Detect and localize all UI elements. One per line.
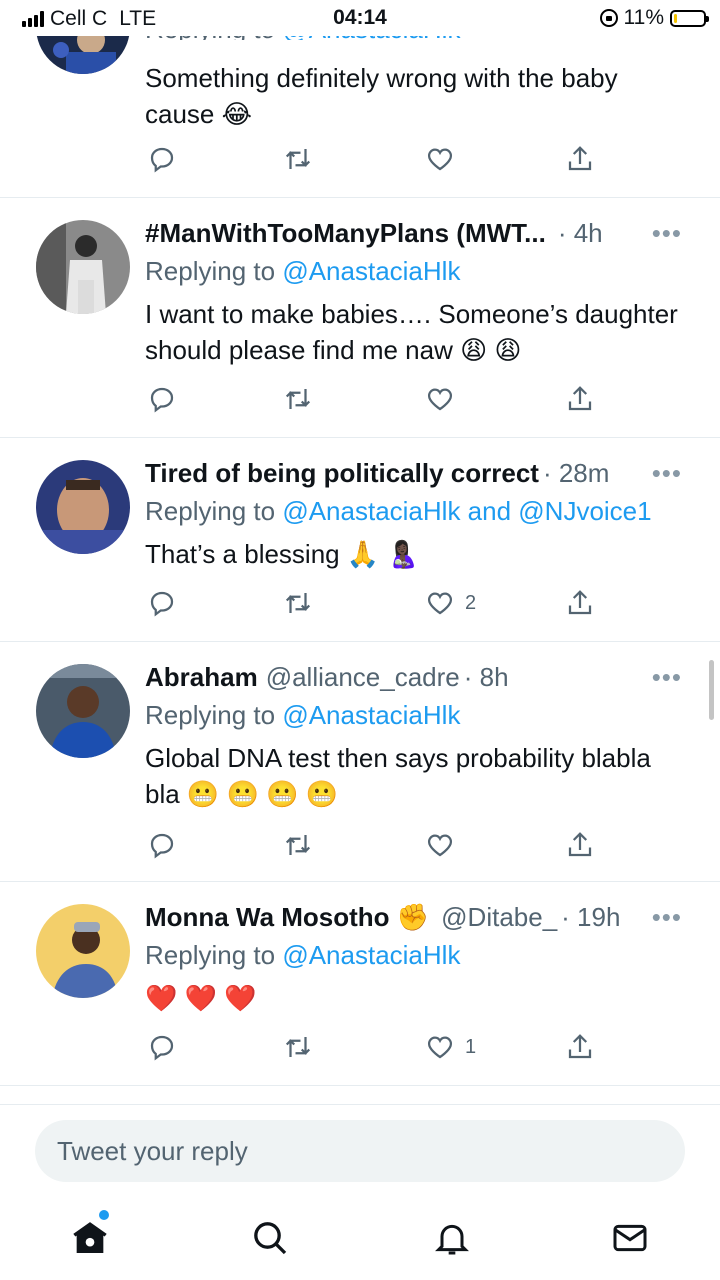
share-button[interactable]	[565, 588, 595, 618]
avatar[interactable]	[36, 904, 130, 998]
retweet-icon	[285, 1037, 311, 1057]
reply-input[interactable]	[35, 1120, 685, 1182]
share-button[interactable]	[565, 384, 595, 414]
heart-icon	[427, 834, 453, 857]
home-notification-dot	[99, 1210, 109, 1220]
share-button[interactable]	[565, 144, 595, 174]
reply-button[interactable]	[147, 588, 177, 618]
tweet-item[interactable]: Monna Wa Mosotho ✊ @Ditabe_ · 19h ••• Re…	[0, 882, 720, 1086]
tweet-header: #ManWithTooManyPlans (MWT... · 4h •••	[145, 216, 690, 250]
reply-icon	[150, 591, 174, 617]
heart-icon	[427, 148, 453, 171]
battery-percent: 11%	[623, 6, 664, 29]
tweet-time[interactable]: · 28m	[543, 456, 609, 490]
replying-to: Replying to @AnastaciaHlk	[145, 940, 461, 970]
more-options-icon[interactable]: •••	[652, 216, 682, 250]
messages-icon[interactable]	[610, 1218, 650, 1258]
like-button[interactable]: 1	[425, 1032, 476, 1062]
reply-icon	[150, 387, 174, 413]
retweet-button[interactable]	[283, 588, 313, 618]
status-bar: Cell C LTE 04:14 11%	[0, 0, 720, 36]
tweet-text: That’s a blessing 🙏 🤱🏿	[145, 539, 419, 569]
heart-icon	[427, 388, 453, 411]
share-icon	[568, 832, 592, 857]
tweet-header: Tired of being politically correct · 28m…	[145, 456, 690, 490]
battery-icon	[670, 9, 709, 27]
composer-divider	[0, 1104, 720, 1105]
more-options-icon[interactable]: •••	[652, 456, 682, 490]
avatar[interactable]	[36, 220, 130, 314]
share-icon	[568, 386, 592, 411]
reply-icon	[150, 147, 174, 173]
retweet-icon	[285, 149, 311, 169]
share-button[interactable]	[565, 830, 595, 860]
more-options-icon[interactable]: •••	[652, 900, 682, 934]
tweet-header: Monna Wa Mosotho ✊ @Ditabe_ · 19h •••	[145, 900, 690, 934]
display-name[interactable]: #ManWithTooManyPlans (MWT...	[145, 216, 546, 250]
replying-to: Replying to @AnastaciaHlk	[145, 700, 461, 730]
tweet-text: Global DNA test then says probability bl…	[145, 743, 651, 809]
scrollbar[interactable]	[709, 660, 714, 720]
like-button[interactable]: 2	[425, 588, 476, 618]
retweet-button[interactable]	[283, 1032, 313, 1062]
status-right: 11%	[599, 6, 709, 30]
user-handle[interactable]: @Ditabe_	[441, 900, 557, 934]
share-icon	[568, 590, 592, 615]
heart-icon	[427, 592, 453, 615]
reply-icon	[150, 1035, 174, 1061]
home-icon[interactable]	[70, 1218, 110, 1258]
tweet-time[interactable]: · 8h	[464, 660, 509, 694]
display-name[interactable]: Abraham	[145, 660, 258, 694]
avatar[interactable]	[36, 460, 130, 554]
share-button[interactable]	[565, 1032, 595, 1062]
more-options-icon[interactable]: •••	[652, 660, 682, 694]
like-count: 2	[465, 591, 477, 614]
display-name[interactable]: Tired of being politically correct	[145, 456, 539, 490]
retweet-icon	[285, 835, 311, 855]
replying-link[interactable]: @AnastaciaHlk	[282, 256, 460, 286]
tweet-item[interactable]: Tired of being politically correct · 28m…	[0, 438, 720, 642]
replying-to: Replying to @AnastaciaHlk and @NJvoice1	[145, 496, 652, 526]
retweet-button[interactable]	[283, 384, 313, 414]
reply-button[interactable]	[147, 830, 177, 860]
rotation-lock-icon	[599, 9, 618, 27]
display-name[interactable]: Monna Wa Mosotho ✊	[145, 900, 429, 934]
retweet-button[interactable]	[283, 830, 313, 860]
heart-icon	[427, 1036, 453, 1059]
retweet-icon	[285, 593, 311, 613]
reply-button[interactable]	[147, 384, 177, 414]
replying-link[interactable]: @AnastaciaHlk	[282, 700, 460, 730]
tweet-item[interactable]: Abraham @alliance_cadre · 8h ••• Replyin…	[0, 642, 720, 882]
tweet-text: ❤️ ❤️ ❤️	[145, 983, 257, 1013]
replying-link[interactable]: @AnastaciaHlk and @NJvoice1	[282, 496, 651, 526]
tweet-header: Abraham @alliance_cadre · 8h •••	[145, 660, 690, 694]
tweet-time[interactable]: · 4h	[558, 216, 603, 250]
replying-link[interactable]: @AnastaciaHlk	[282, 940, 460, 970]
share-icon	[568, 146, 592, 171]
replying-to: Replying to @AnastaciaHlk	[145, 256, 461, 286]
reply-button[interactable]	[147, 144, 177, 174]
share-icon	[568, 1034, 592, 1059]
user-handle[interactable]: @alliance_cadre	[266, 660, 460, 694]
reply-icon	[150, 833, 174, 859]
notifications-icon[interactable]	[432, 1218, 472, 1258]
search-icon[interactable]	[250, 1218, 290, 1258]
retweet-icon	[285, 389, 311, 409]
like-button[interactable]	[425, 830, 465, 860]
like-button[interactable]	[425, 384, 465, 414]
like-count: 1	[465, 1035, 477, 1058]
tweet-time[interactable]: · 19h	[561, 900, 620, 934]
reply-button[interactable]	[147, 1032, 177, 1062]
tweet-item[interactable]: #ManWithTooManyPlans (MWT... · 4h ••• Re…	[0, 198, 720, 438]
tweet-text: Something definitely wrong with the baby…	[145, 63, 618, 129]
tweet-text: I want to make babies…. Someone’s daught…	[145, 299, 678, 365]
retweet-button[interactable]	[283, 144, 313, 174]
like-button[interactable]	[425, 144, 455, 174]
reply-composer[interactable]	[35, 1120, 685, 1182]
avatar[interactable]	[36, 664, 130, 758]
